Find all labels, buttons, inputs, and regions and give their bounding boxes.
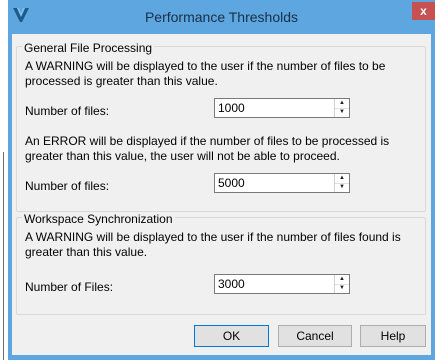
workspace-synchronization-legend: Workspace Synchronization <box>22 212 175 226</box>
dialog-title: Performance Thresholds <box>144 9 299 25</box>
spin-buttons: ▲ ▼ <box>334 275 349 293</box>
general-error-description: An ERROR will be displayed if the number… <box>25 134 390 163</box>
workspace-warning-spinbox[interactable]: ▲ ▼ <box>214 274 350 294</box>
chevron-down-icon[interactable]: ▼ <box>335 183 349 192</box>
workspace-warning-input[interactable] <box>215 275 336 293</box>
background-window <box>0 0 8 360</box>
general-warning-input[interactable] <box>215 99 336 117</box>
chevron-down-icon[interactable]: ▼ <box>335 284 349 293</box>
general-warning-label: Number of files: <box>25 104 110 118</box>
background-window-border <box>3 152 4 360</box>
spin-buttons: ▲ ▼ <box>334 174 349 192</box>
general-error-input[interactable] <box>215 174 336 192</box>
chevron-down-icon[interactable]: ▼ <box>335 108 349 117</box>
spin-buttons: ▲ ▼ <box>334 99 349 117</box>
cancel-button[interactable]: Cancel <box>278 325 352 347</box>
workspace-warning-label: Number of Files: <box>25 280 114 294</box>
general-error-spinbox[interactable]: ▲ ▼ <box>214 173 350 193</box>
dialog-body: General File Processing A WARNING will b… <box>12 34 431 355</box>
performance-thresholds-dialog: Performance Thresholds x General File Pr… <box>8 0 435 360</box>
general-file-processing-legend: General File Processing <box>22 41 155 55</box>
title-bar[interactable]: Performance Thresholds x <box>8 0 435 34</box>
workspace-warning-description: A WARNING will be displayed to the user … <box>25 230 401 259</box>
ok-button[interactable]: OK <box>194 325 269 347</box>
help-button[interactable]: Help <box>360 325 426 347</box>
general-error-label: Number of files: <box>25 179 110 193</box>
general-warning-spinbox[interactable]: ▲ ▼ <box>214 98 350 118</box>
general-warning-description: A WARNING will be displayed to the user … <box>25 59 386 88</box>
close-button[interactable]: x <box>412 2 435 20</box>
